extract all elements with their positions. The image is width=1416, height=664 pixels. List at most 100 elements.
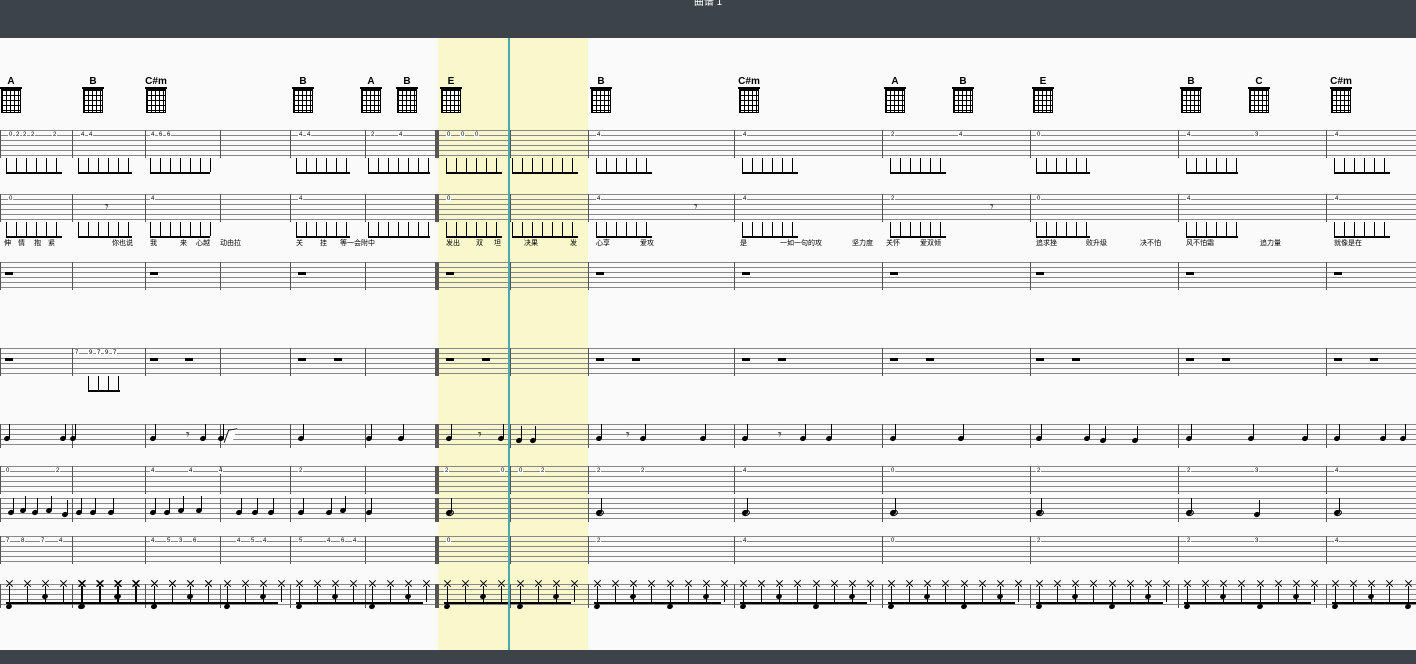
kick[interactable] bbox=[223, 603, 230, 610]
lyric-syllable[interactable]: 爱双倾 bbox=[920, 238, 941, 248]
lyric-syllable[interactable]: 发 bbox=[570, 238, 577, 248]
tab-fret[interactable]: 0 bbox=[890, 468, 895, 474]
tab-fret[interactable]: 4 bbox=[236, 538, 241, 544]
chord-diagram[interactable]: E bbox=[440, 76, 462, 113]
keys-tab[interactable]: 78744536454546402402234 bbox=[0, 536, 1416, 564]
kick[interactable] bbox=[593, 603, 600, 610]
tab-fret[interactable]: 0 bbox=[8, 132, 13, 138]
lyric-syllable[interactable]: 动由拉 bbox=[220, 238, 241, 248]
kick[interactable] bbox=[739, 603, 746, 610]
tab-fret[interactable]: 7 bbox=[96, 350, 101, 356]
tab-fret[interactable]: 0 bbox=[518, 468, 523, 474]
kick[interactable] bbox=[368, 603, 375, 610]
lyric-syllable[interactable]: 抱 bbox=[34, 238, 41, 248]
lyric-syllable[interactable]: 坚力度 bbox=[852, 238, 873, 248]
whole-note[interactable] bbox=[1333, 509, 1343, 517]
tab-fret[interactable]: 4 bbox=[352, 538, 357, 544]
lyric-syllable[interactable]: 伸 bbox=[4, 238, 11, 248]
tab-fret[interactable]: 2 bbox=[1186, 468, 1191, 474]
chord-diagram[interactable]: C#m bbox=[145, 76, 167, 113]
tab-fret[interactable]: 4 bbox=[742, 538, 747, 544]
guitar4-tab[interactable]: 79797 bbox=[0, 348, 1416, 376]
tab-fret[interactable]: 4 bbox=[596, 132, 601, 138]
tab-fret[interactable]: 4 bbox=[150, 132, 155, 138]
tab-fret[interactable]: 6 bbox=[340, 538, 345, 544]
lyric-syllable[interactable]: 关怀 bbox=[886, 238, 900, 248]
whole-note[interactable] bbox=[595, 509, 605, 517]
tab-fret[interactable]: 4 bbox=[1334, 468, 1339, 474]
lyric-syllable[interactable]: 挂 bbox=[320, 238, 327, 248]
tab-fret[interactable]: 4 bbox=[958, 132, 963, 138]
snare[interactable] bbox=[1368, 593, 1375, 600]
tab-fret[interactable]: 0 bbox=[446, 132, 451, 138]
lyric-syllable[interactable]: 败升级 bbox=[1086, 238, 1107, 248]
tab-fret[interactable]: 4 bbox=[80, 132, 85, 138]
bass-tab[interactable]: 024442200222402234 bbox=[0, 466, 1416, 494]
lyric-syllable[interactable]: 情 bbox=[18, 238, 25, 248]
lyric-syllable[interactable]: 等一会附中 bbox=[340, 238, 375, 248]
guitar2-tab[interactable]: 0440442044𝄾𝄾𝄾 bbox=[0, 194, 1416, 222]
lyric-syllable[interactable]: 你也说 bbox=[112, 238, 133, 248]
tab-fret[interactable]: 5 bbox=[298, 538, 303, 544]
kick[interactable] bbox=[150, 603, 157, 610]
kick[interactable] bbox=[77, 603, 84, 610]
tab-fret[interactable]: 4 bbox=[1334, 132, 1339, 138]
tab-fret[interactable]: 2 bbox=[370, 132, 375, 138]
chord-diagram[interactable]: C bbox=[1248, 76, 1270, 113]
chord-diagram[interactable]: A bbox=[360, 76, 382, 113]
tab-fret[interactable]: 2 bbox=[15, 132, 20, 138]
chord-diagram[interactable]: B bbox=[590, 76, 612, 113]
lyric-syllable[interactable]: 坦 bbox=[494, 238, 501, 248]
tab-fret[interactable]: 3 bbox=[1254, 132, 1259, 138]
tab-fret[interactable]: 8 bbox=[20, 538, 25, 544]
tab-fret[interactable]: 2 bbox=[540, 468, 545, 474]
lyric-syllable[interactable]: 追力量 bbox=[1260, 238, 1281, 248]
lyric-syllable[interactable]: 一如一句的攻 bbox=[780, 238, 822, 248]
kick[interactable] bbox=[960, 603, 967, 610]
snare[interactable] bbox=[924, 593, 931, 600]
tab-fret[interactable]: 2 bbox=[1036, 468, 1041, 474]
snare[interactable] bbox=[259, 593, 266, 600]
tab-fret[interactable]: 0 bbox=[890, 538, 895, 544]
tab-fret[interactable]: 4 bbox=[88, 132, 93, 138]
whole-note[interactable] bbox=[741, 509, 751, 517]
tab-fret[interactable]: 4 bbox=[596, 196, 601, 202]
kick[interactable] bbox=[1256, 603, 1263, 610]
chord-diagram[interactable]: B bbox=[396, 76, 418, 113]
drums[interactable] bbox=[0, 584, 1416, 608]
tab-fret[interactable]: 4 bbox=[298, 132, 303, 138]
tab-fret[interactable]: 2 bbox=[444, 468, 449, 474]
tab-fret[interactable]: 4 bbox=[150, 468, 155, 474]
lyric-syllable[interactable]: 决果 bbox=[524, 238, 538, 248]
tab-fret[interactable]: 4 bbox=[1186, 132, 1191, 138]
chord-diagram[interactable]: A bbox=[884, 76, 906, 113]
tab-fret[interactable]: 4 bbox=[1186, 196, 1191, 202]
snare[interactable] bbox=[1292, 593, 1299, 600]
tab-fret[interactable]: 3 bbox=[178, 538, 183, 544]
tab-fret[interactable]: 2 bbox=[890, 196, 895, 202]
chord-diagram[interactable]: C#m bbox=[738, 76, 760, 113]
snare[interactable] bbox=[42, 593, 49, 600]
chord-diagram[interactable]: A bbox=[0, 76, 22, 113]
tab-fret[interactable]: 2 bbox=[890, 132, 895, 138]
snare[interactable] bbox=[776, 593, 783, 600]
kick[interactable] bbox=[5, 603, 12, 610]
lyric-syllable[interactable]: 决不怕 bbox=[1140, 238, 1161, 248]
tab-fret[interactable]: 7 bbox=[112, 350, 117, 356]
kick[interactable] bbox=[812, 603, 819, 610]
snare[interactable] bbox=[480, 593, 487, 600]
tab-fret[interactable]: 2 bbox=[55, 468, 60, 474]
tab-fret[interactable]: 6 bbox=[166, 132, 171, 138]
score-view[interactable]: ABC#mBABEBC#mABEBCC#m0222244466442400044… bbox=[0, 38, 1416, 650]
snare[interactable] bbox=[1220, 593, 1227, 600]
tab-fret[interactable]: 6 bbox=[158, 132, 163, 138]
tab-fret[interactable]: 2 bbox=[1186, 538, 1191, 544]
kick[interactable] bbox=[1183, 603, 1190, 610]
lyric-syllable[interactable]: 追求挫 bbox=[1036, 238, 1057, 248]
tab-fret[interactable]: 2 bbox=[298, 468, 303, 474]
kick[interactable] bbox=[1108, 603, 1115, 610]
tab-fret[interactable]: 2 bbox=[640, 468, 645, 474]
chord-diagram[interactable]: E bbox=[1032, 76, 1054, 113]
kick[interactable] bbox=[666, 603, 673, 610]
tab-fret[interactable]: 2 bbox=[52, 132, 57, 138]
